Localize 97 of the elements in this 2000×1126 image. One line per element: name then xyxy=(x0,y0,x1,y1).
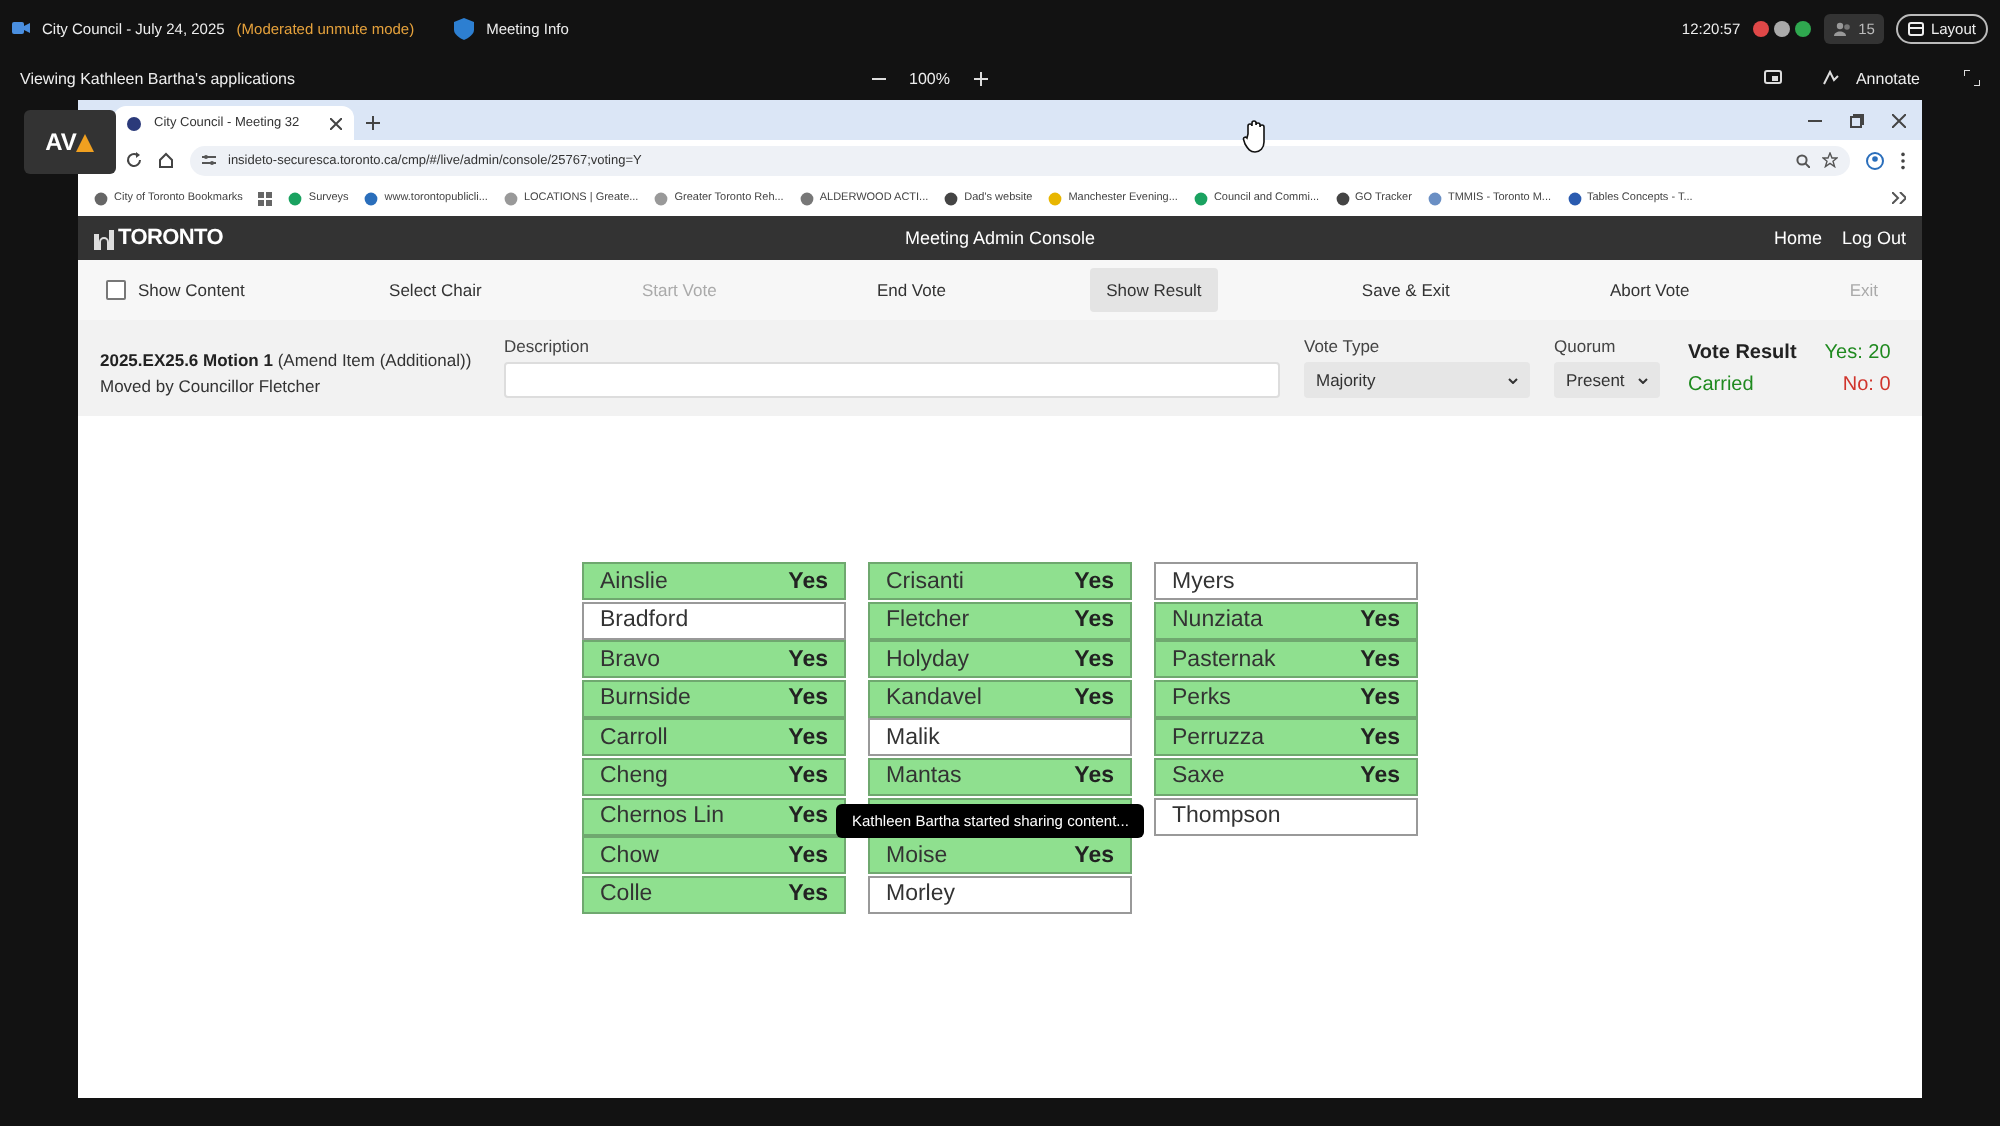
vote-value: Yes xyxy=(788,686,828,711)
zoom-level: 100% xyxy=(909,69,950,87)
vote-value: Yes xyxy=(1074,843,1114,868)
viewing-label: Viewing Kathleen Bartha's applications xyxy=(20,69,295,87)
zoom-in-icon[interactable] xyxy=(973,71,988,85)
toolbar-button[interactable]: Select Chair xyxy=(373,268,498,312)
member-name: Chernos Lin xyxy=(600,804,725,829)
zoom-icon[interactable] xyxy=(1796,153,1810,167)
toolbar-button[interactable]: End Vote xyxy=(860,268,962,312)
member-name: Ainslie xyxy=(600,569,668,593)
dropdown-caret-icon xyxy=(1508,377,1518,383)
more-icon[interactable] xyxy=(1900,151,1906,169)
vote-value: Yes xyxy=(1360,608,1400,633)
expand-icon[interactable] xyxy=(1964,70,1980,86)
home-icon[interactable] xyxy=(158,152,174,168)
member-name: Kandavel xyxy=(886,686,982,711)
annotate-button[interactable]: Annotate xyxy=(1855,69,1920,87)
vote-type-select[interactable]: Majority xyxy=(1304,362,1530,398)
more-bookmarks-icon[interactable] xyxy=(1892,192,1906,204)
layout-icon xyxy=(1908,21,1925,35)
console-title: Meeting Admin Console xyxy=(902,228,1098,248)
member-name: Morley xyxy=(886,882,956,907)
city-hall-icon xyxy=(94,227,114,249)
vote-value: Yes xyxy=(1360,725,1400,750)
site-settings-icon xyxy=(202,154,216,166)
no-count: No: 0 xyxy=(1840,374,1891,396)
member-name: Carroll xyxy=(600,725,668,750)
star-icon[interactable] xyxy=(1822,152,1838,168)
member-name: Crisanti xyxy=(886,569,964,593)
member-name: Perks xyxy=(1172,686,1231,711)
hand-cursor-icon xyxy=(1242,120,1270,154)
vote-value: Yes xyxy=(788,843,828,868)
profile-icon[interactable] xyxy=(1866,151,1884,169)
vote-value: Yes xyxy=(788,804,828,829)
field-label: Quorum xyxy=(1554,336,1618,356)
vote-value: Yes xyxy=(1074,686,1114,711)
vote-value: Yes xyxy=(788,882,828,907)
video-icon xyxy=(12,20,30,36)
vote-value: Yes xyxy=(1074,608,1114,633)
member-name: Burnside xyxy=(600,686,691,711)
yes-count: Yes: 20 xyxy=(1824,342,1891,364)
vote-value: Yes xyxy=(1074,764,1114,789)
vote-value: Yes xyxy=(1360,647,1400,672)
member-name: Bradford xyxy=(600,608,689,633)
member-name: Holyday xyxy=(886,647,970,672)
vote-value: Yes xyxy=(788,764,828,789)
shield-icon[interactable] xyxy=(454,17,475,39)
vote-value: Yes xyxy=(1074,647,1114,672)
favicon-icon xyxy=(126,115,142,131)
triangle-icon xyxy=(76,133,95,151)
toolbar-button[interactable]: Save & Exit xyxy=(1345,268,1466,312)
toolbar-button[interactable]: Abort Vote xyxy=(1593,268,1706,312)
motion-summary: 2025.EX25.6 Motion 1 (Amend Item (Additional)) Moved by Councillor Fletcher xyxy=(100,348,474,400)
vote-value: Yes xyxy=(788,647,828,672)
member-name: Perruzza xyxy=(1172,725,1265,750)
description-field[interactable] xyxy=(504,362,1280,398)
vote-value: Yes xyxy=(788,569,828,593)
member-name: Mantas xyxy=(886,764,962,789)
member-name: Colle xyxy=(600,882,653,907)
member-name: Malik xyxy=(886,725,940,750)
toronto-logo: TORONTO xyxy=(118,226,223,250)
member-name: Bravo xyxy=(600,647,661,672)
status-icon xyxy=(1752,19,1813,37)
checkbox-label: Show Content xyxy=(138,280,245,300)
member-name: Pasternak xyxy=(1172,647,1276,672)
people-icon xyxy=(1834,21,1853,35)
field-label: Vote Type xyxy=(1304,336,1382,356)
av-logo: AV xyxy=(24,110,116,174)
vote-value: Yes xyxy=(1360,686,1400,711)
checkbox[interactable] xyxy=(106,280,126,300)
field-label: Description xyxy=(504,336,592,356)
quorum-select[interactable]: Present xyxy=(1554,362,1660,398)
annotate-icon[interactable] xyxy=(1821,70,1840,86)
close-icon[interactable] xyxy=(1892,113,1906,127)
member-name: Thompson xyxy=(1172,804,1281,829)
result-outcome: Carried xyxy=(1688,374,1756,396)
dropdown-caret-icon xyxy=(1638,377,1648,383)
restore-icon[interactable] xyxy=(1850,113,1864,127)
close-icon[interactable] xyxy=(330,117,342,129)
member-name: Cheng xyxy=(600,764,668,789)
result-label: Vote Result xyxy=(1688,342,1797,364)
member-name: Chow xyxy=(600,843,659,868)
nav-link[interactable]: Home xyxy=(1773,228,1822,248)
member-name: Myers xyxy=(1172,569,1235,593)
vote-value: Yes xyxy=(1074,569,1114,593)
reload-icon[interactable] xyxy=(126,152,142,168)
vote-value: Yes xyxy=(788,725,828,750)
member-name: Fletcher xyxy=(886,608,970,633)
vote-value: Yes xyxy=(1360,764,1400,789)
member-name: Saxe xyxy=(1172,764,1225,789)
apps-icon[interactable] xyxy=(258,191,273,205)
member-name: Moise xyxy=(886,843,948,868)
member-name: Nunziata xyxy=(1172,608,1263,633)
nav-link[interactable]: Log Out xyxy=(1841,228,1906,248)
toolbar-button[interactable]: Show Result xyxy=(1090,268,1218,312)
screen-icon[interactable] xyxy=(1763,70,1782,86)
new-tab-icon[interactable] xyxy=(366,116,380,130)
